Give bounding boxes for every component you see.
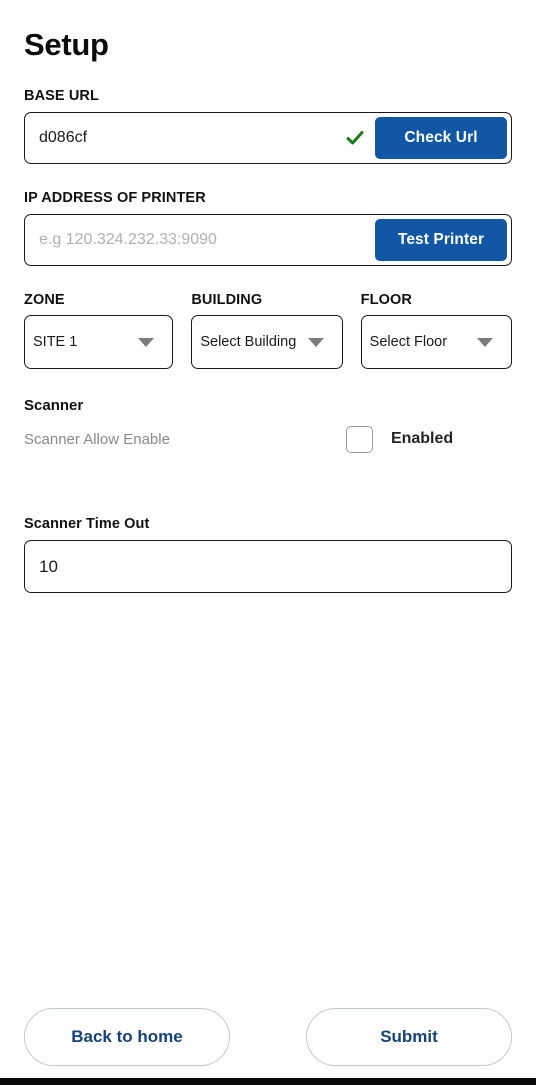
- scanner-timeout-label: Scanner Time Out: [24, 516, 150, 533]
- zone-select-group: ZONE SITE 1: [24, 292, 174, 370]
- scanner-enable-row: Scanner Allow Enable Enabled: [24, 423, 512, 455]
- scanner-title: Scanner: [24, 397, 84, 415]
- building-select-group: BUILDING Select Building: [191, 292, 343, 370]
- setup-screen: Setup BASE URL d086cf Check Url IP ADDRE…: [0, 0, 536, 1085]
- printer-ip-input[interactable]: e.g 120.324.232.33:9090: [39, 231, 375, 249]
- check-url-button[interactable]: Check Url: [375, 117, 507, 160]
- printer-ip-field-block: IP ADDRESS OF PRINTER e.g 120.324.232.33…: [24, 190, 512, 267]
- page-title: Setup: [24, 27, 109, 62]
- chevron-down-icon: [138, 337, 155, 347]
- scanner-timeout-input[interactable]: 10: [24, 540, 512, 594]
- building-select[interactable]: Select Building: [191, 315, 343, 370]
- system-navigation-bar: [0, 1078, 536, 1085]
- scanner-enabled-group[interactable]: Enabled: [345, 425, 454, 453]
- floor-select[interactable]: Select Floor: [360, 315, 512, 370]
- test-printer-button[interactable]: Test Printer: [375, 219, 507, 262]
- base-url-label: BASE URL: [24, 88, 99, 105]
- scanner-section: Scanner Scanner Allow Enable Enabled: [24, 397, 512, 455]
- scanner-enabled-label: Enabled: [390, 430, 454, 448]
- check-icon: [343, 126, 367, 150]
- printer-ip-label: IP ADDRESS OF PRINTER: [24, 190, 206, 207]
- location-select-row: ZONE SITE 1 BUILDING Select Building FLO…: [24, 292, 512, 370]
- footer-actions: Back to home Submit: [0, 1008, 536, 1078]
- chevron-down-icon: [307, 337, 324, 347]
- base-url-input-wrap[interactable]: d086cf Check Url: [24, 112, 512, 165]
- building-label: BUILDING: [191, 292, 263, 309]
- printer-ip-input-wrap[interactable]: e.g 120.324.232.33:9090 Test Printer: [24, 214, 512, 267]
- scanner-subtitle: Scanner Allow Enable: [24, 430, 170, 448]
- floor-select-value: Select Floor: [369, 333, 448, 350]
- scanner-enabled-checkbox[interactable]: [345, 425, 373, 453]
- submit-button[interactable]: Submit: [306, 1008, 512, 1066]
- zone-select[interactable]: SITE 1: [24, 315, 174, 370]
- floor-select-group: FLOOR Select Floor: [360, 292, 512, 370]
- form-content: Setup BASE URL d086cf Check Url IP ADDRE…: [0, 0, 536, 1008]
- back-to-home-button[interactable]: Back to home: [24, 1008, 230, 1066]
- scanner-timeout-block: Scanner Time Out 10: [24, 516, 512, 594]
- base-url-field-block: BASE URL d086cf Check Url: [24, 88, 512, 165]
- zone-select-value: SITE 1: [33, 333, 78, 350]
- zone-label: ZONE: [24, 292, 65, 309]
- building-select-value: Select Building: [200, 333, 297, 350]
- chevron-down-icon: [477, 337, 493, 347]
- floor-label: FLOOR: [360, 292, 412, 309]
- base-url-input[interactable]: d086cf: [39, 129, 343, 147]
